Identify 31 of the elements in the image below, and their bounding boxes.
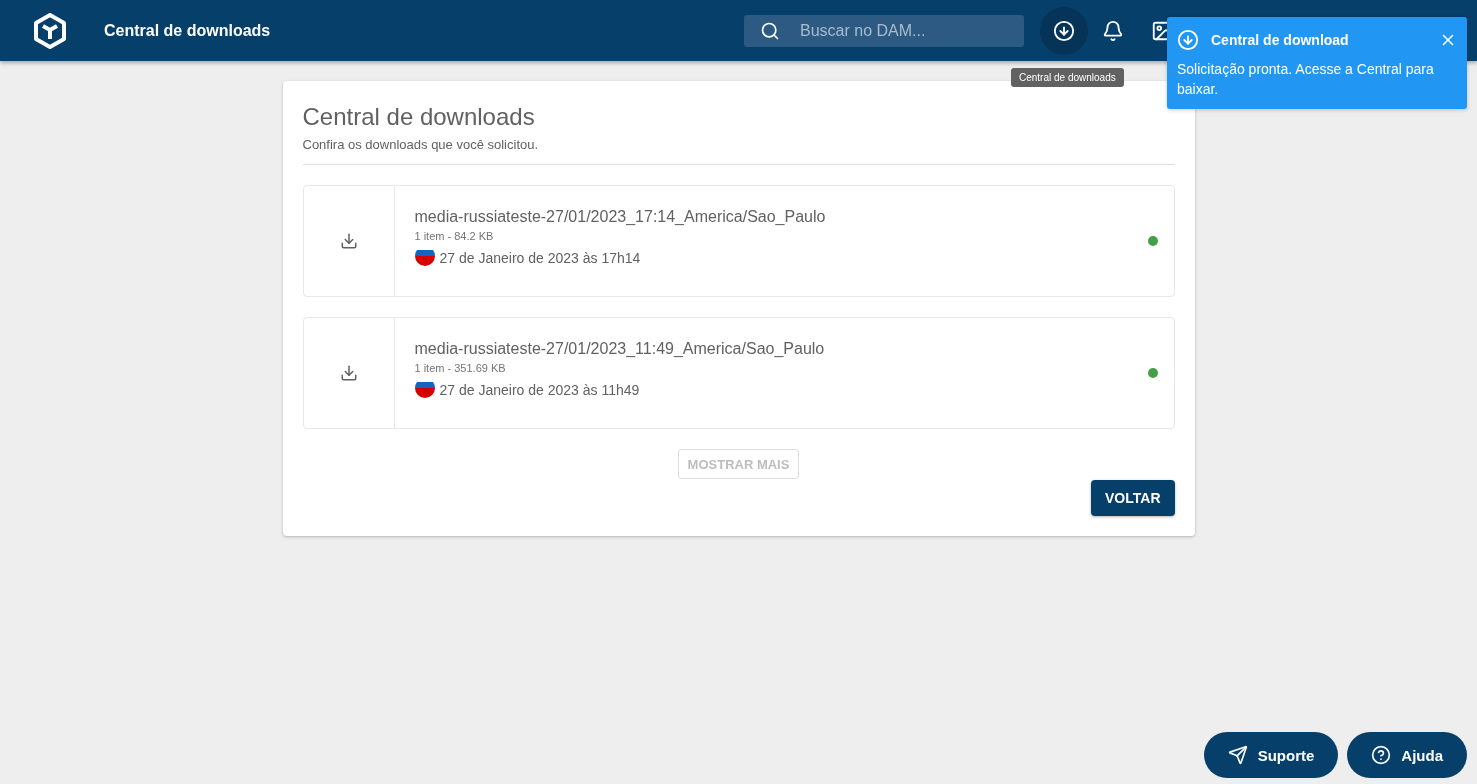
file-name: media-russiateste-27/01/2023_17:14_America/Sao_Paulo xyxy=(414,208,827,226)
tooltip: Central de downloads xyxy=(1011,68,1124,87)
toast-title: Central de download xyxy=(1211,32,1350,48)
send-button[interactable]: Suporte xyxy=(1203,732,1339,778)
logo-icon xyxy=(33,12,67,49)
send-icon xyxy=(1227,745,1248,765)
page-title: Central de downloads xyxy=(104,21,272,40)
help-icon xyxy=(1371,745,1392,765)
file-name: media-russiateste-27/01/2023_11:49_America/Sao_Paulo xyxy=(414,340,826,358)
download-item[interactable]: media-russiateste-27/01/2023_17:14_America/Sao_Paulo 1 item - 84.2 KB 27 de Janeiro de 2023 às 17h14 xyxy=(302,185,1175,297)
file-meta: 1 item - 84.2 KB xyxy=(414,230,495,242)
download-item[interactable]: media-russiateste-27/01/2023_11:49_America/Sao_Paulo 1 item - 351.69 KB 27 de Janeiro de 2023 às 11h49 xyxy=(302,317,1175,429)
download-button[interactable] xyxy=(1040,6,1088,55)
bell-icon xyxy=(1102,19,1124,42)
search-field[interactable]: Buscar no DAM... xyxy=(744,14,1024,47)
flag-icon xyxy=(414,250,435,266)
download-icon[interactable] xyxy=(339,364,358,382)
search-input[interactable]: Buscar no DAM... xyxy=(798,20,992,41)
toast-message: Solicitação pronta. Acesse a Central para baixar. xyxy=(1177,60,1435,99)
help-button[interactable]: Ajuda xyxy=(1347,732,1467,778)
download-icon xyxy=(1177,29,1199,51)
download-date: 27 de Janeiro de 2023 às 17h14 xyxy=(439,250,641,266)
flag-icon xyxy=(414,382,435,398)
download-icon xyxy=(1053,19,1075,42)
download-icon[interactable] xyxy=(339,232,358,250)
card-title: Central de downloads xyxy=(302,103,536,131)
search-icon xyxy=(760,20,780,41)
download-date: 27 de Janeiro de 2023 às 11h49 xyxy=(439,382,640,398)
file-meta: 1 item - 351.69 KB xyxy=(414,362,507,374)
back-button[interactable]: VOLTAR xyxy=(1091,480,1175,516)
card-subtitle: Confira os downloads que você solicitou. xyxy=(302,137,1175,165)
